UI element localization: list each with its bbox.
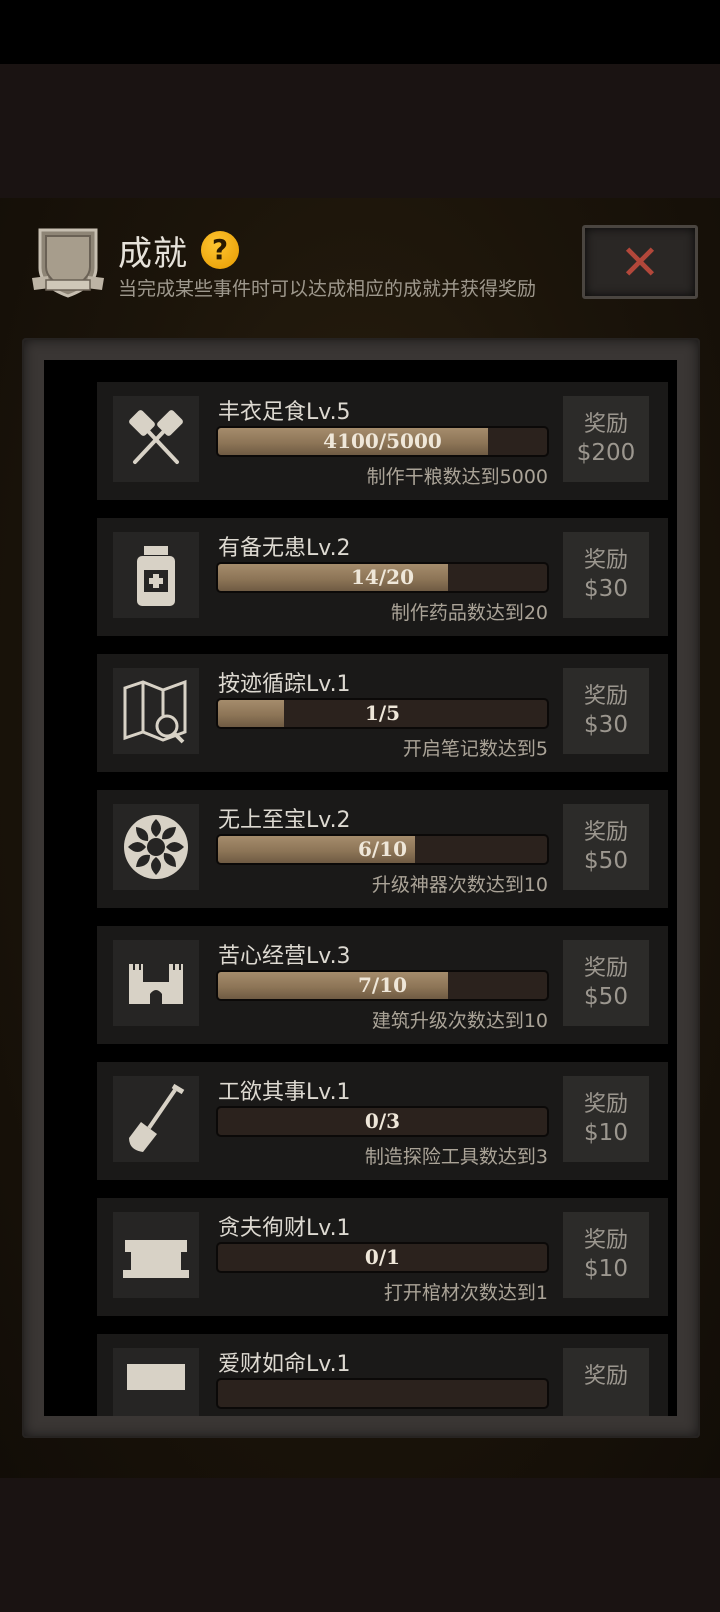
reward-amount: $50: [584, 984, 628, 1010]
reward-label: 奖励: [583, 684, 628, 709]
coffin-icon: [113, 1212, 199, 1298]
achievement-description: 打开棺材次数达到1: [383, 1282, 548, 1304]
progress-text: [218, 1380, 547, 1407]
reward-label: 奖励: [583, 820, 628, 845]
shovel-icon: [113, 1076, 199, 1162]
achievement-card[interactable]: 无上至宝Lv.2 6/10 升级神器次数达到10 奖励 $50: [97, 790, 668, 908]
achievement-name: 爱财如命Lv.1: [218, 1352, 351, 1377]
achievement-description: 升级神器次数达到10: [371, 874, 548, 896]
achievement-description: 制作药品数达到20: [390, 602, 548, 624]
progress-bar: 6/10: [216, 834, 549, 865]
achievement-name: 无上至宝Lv.2: [218, 808, 351, 833]
reward-button[interactable]: 奖励 $10: [563, 1212, 649, 1298]
achievement-list[interactable]: 丰衣足食Lv.5 4100/5000 制作干粮数达到5000 奖励 $200 有备无患Lv…: [44, 360, 677, 1416]
reward-button[interactable]: 奖励: [563, 1348, 649, 1416]
achievements-panel: 成就 ? 当完成某些事件时可以达成相应的成就并获得奖励 ✕ 丰衣足食Lv.5 41…: [0, 198, 720, 1478]
progress-text: 4100/5000: [323, 429, 442, 453]
progress-text: 0/3: [364, 1109, 401, 1133]
reward-label: 奖励: [583, 412, 628, 437]
page-subtitle: 当完成某些事件时可以达成相应的成就并获得奖励: [118, 278, 537, 300]
achievement-description: 开启笔记数达到5: [402, 738, 548, 760]
shield-badge-icon: [30, 222, 106, 302]
reward-amount: $30: [584, 576, 628, 602]
reward-button[interactable]: 奖励 $50: [563, 940, 649, 1026]
progress-bar: [216, 1378, 549, 1409]
close-button[interactable]: ✕: [582, 225, 698, 299]
ornament-icon: [113, 804, 199, 890]
progress-bar: 1/5: [216, 698, 549, 729]
progress-text: 6/10: [357, 837, 408, 861]
achievement-name: 苦心经营Lv.3: [218, 944, 351, 969]
progress-text: 1/5: [364, 701, 401, 725]
achievement-card[interactable]: 苦心经营Lv.3 7/10 建筑升级次数达到10 奖励 $50: [97, 926, 668, 1044]
achievement-description: 制造探险工具数达到3: [364, 1146, 548, 1168]
achievement-list-frame: 丰衣足食Lv.5 4100/5000 制作干粮数达到5000 奖励 $200 有备无患Lv…: [22, 338, 700, 1438]
progress-bar: 0/3: [216, 1106, 549, 1137]
achievement-description: 制作干粮数达到5000: [366, 466, 548, 488]
medicine-bottle-icon: [113, 532, 199, 618]
reward-amount: $50: [584, 848, 628, 874]
achievement-name: 有备无患Lv.2: [218, 536, 351, 561]
reward-button[interactable]: 奖励 $30: [563, 668, 649, 754]
map-search-icon: [113, 668, 199, 754]
achievement-card[interactable]: 爱财如命Lv.1 奖励: [97, 1334, 668, 1416]
progress-bar: 14/20: [216, 562, 549, 593]
progress-bar: 7/10: [216, 970, 549, 1001]
help-icon[interactable]: ?: [201, 231, 239, 269]
achievement-card[interactable]: 丰衣足食Lv.5 4100/5000 制作干粮数达到5000 奖励 $200: [97, 382, 668, 500]
achievement-name: 丰衣足食Lv.5: [218, 400, 351, 425]
progress-bar: 0/1: [216, 1242, 549, 1273]
overlay-top[interactable]: [0, 64, 720, 198]
progress-text: 0/1: [364, 1245, 401, 1269]
achievement-description: 建筑升级次数达到10: [371, 1010, 548, 1032]
close-icon: ✕: [619, 235, 661, 291]
reward-button[interactable]: 奖励 $30: [563, 532, 649, 618]
achievement-card[interactable]: 有备无患Lv.2 14/20 制作药品数达到20 奖励 $30: [97, 518, 668, 636]
status-bar: [0, 0, 720, 64]
reward-label: 奖励: [583, 1228, 628, 1253]
money-icon: [113, 1348, 199, 1416]
reward-label: 奖励: [583, 548, 628, 573]
achievement-card[interactable]: 按迹循踪Lv.1 1/5 开启笔记数达到5 奖励 $30: [97, 654, 668, 772]
castle-icon: [113, 940, 199, 1026]
reward-label: 奖励: [583, 1092, 628, 1117]
crossed-utensils-icon: [113, 396, 199, 482]
overlay-bottom[interactable]: [0, 1478, 720, 1612]
reward-amount: $10: [584, 1256, 628, 1282]
page-title: 成就: [118, 234, 188, 274]
reward-label: 奖励: [583, 1364, 628, 1389]
reward-button[interactable]: 奖励 $10: [563, 1076, 649, 1162]
achievement-card[interactable]: 工欲其事Lv.1 0/3 制造探险工具数达到3 奖励 $10: [97, 1062, 668, 1180]
reward-amount: $30: [584, 712, 628, 738]
reward-button[interactable]: 奖励 $50: [563, 804, 649, 890]
progress-bar: 4100/5000: [216, 426, 549, 457]
reward-label: 奖励: [583, 956, 628, 981]
achievement-card[interactable]: 贪夫徇财Lv.1 0/1 打开棺材次数达到1 奖励 $10: [97, 1198, 668, 1316]
progress-text: 14/20: [351, 565, 414, 589]
progress-text: 7/10: [357, 973, 408, 997]
achievement-name: 按迹循踪Lv.1: [218, 672, 351, 697]
achievement-name: 贪夫徇财Lv.1: [218, 1216, 351, 1241]
reward-button[interactable]: 奖励 $200: [563, 396, 649, 482]
reward-amount: $10: [584, 1120, 628, 1146]
achievement-name: 工欲其事Lv.1: [218, 1080, 351, 1105]
reward-amount: $200: [576, 440, 636, 466]
